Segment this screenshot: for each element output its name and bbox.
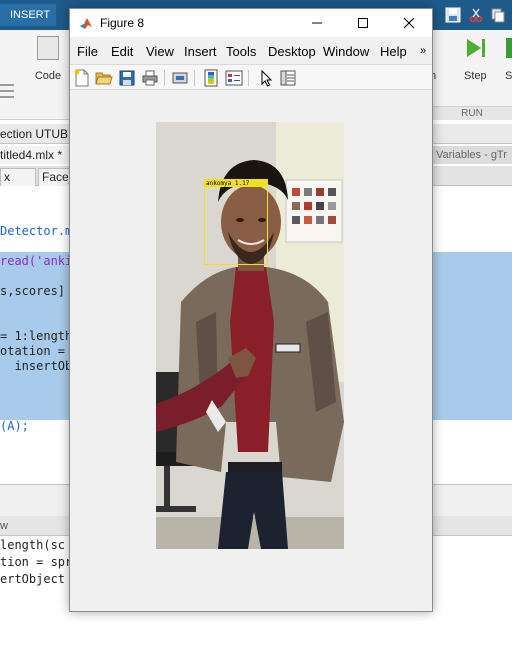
figure-canvas[interactable]: ankomya 1.17 — [70, 91, 432, 611]
property-inspector-icon[interactable] — [279, 69, 297, 87]
menu-desktop[interactable]: Desktop — [268, 44, 316, 59]
step-button-label[interactable]: Step — [464, 70, 487, 82]
minimize-icon — [312, 22, 322, 24]
list-icon — [0, 80, 14, 104]
detection-result-image: ankomya 1.17 — [156, 122, 344, 549]
matlab-logo-icon — [79, 16, 93, 30]
command-line: length(sc — [0, 538, 66, 552]
toolbar-separator — [164, 70, 165, 86]
live-script-tab[interactable]: titled4.mlx * — [0, 146, 70, 164]
figure-title: Figure 8 — [100, 16, 145, 30]
figure-window[interactable]: Figure 8 File Edit View Insert Tools Des… — [69, 8, 433, 612]
menu-window[interactable]: Window — [323, 44, 369, 59]
file-tab[interactable]: x — [0, 168, 36, 186]
face-bounding-box: ankomya 1.17 — [204, 179, 268, 265]
code-icon — [37, 36, 59, 60]
code-line: read('ankin — [0, 254, 80, 268]
toolbar-separator — [248, 70, 249, 86]
open-file-icon[interactable] — [95, 69, 113, 87]
save-icon[interactable] — [445, 7, 461, 23]
insert-colorbar-icon[interactable] — [202, 69, 220, 87]
link-plot-icon[interactable] — [171, 69, 189, 87]
maximize-icon — [358, 18, 368, 28]
menu-insert[interactable]: Insert — [184, 44, 217, 59]
code-line: = 1:length( — [0, 329, 80, 343]
print-icon[interactable] — [141, 69, 159, 87]
close-icon — [403, 17, 415, 29]
save-icon[interactable] — [118, 69, 136, 87]
minimize-button[interactable] — [294, 9, 340, 37]
tab-insert[interactable]: INSERT — [0, 4, 56, 26]
copy-icon[interactable] — [490, 7, 506, 23]
code-line: s,scores] = — [0, 284, 80, 298]
menu-tools[interactable]: Tools — [226, 44, 256, 59]
detection-label: ankomya 1.17 — [205, 180, 268, 187]
maximize-button[interactable] — [340, 9, 386, 37]
menu-edit[interactable]: Edit — [111, 44, 133, 59]
step-icon[interactable] — [464, 36, 488, 60]
code-line: (A); — [0, 419, 29, 433]
variables-panel-header: Variables - gTr — [432, 146, 512, 164]
insert-legend-icon[interactable] — [225, 69, 243, 87]
cut-icon[interactable] — [468, 7, 484, 23]
code-button[interactable]: Code — [30, 36, 66, 96]
code-line: otation = s — [0, 344, 80, 358]
s-button-label[interactable]: S — [505, 70, 512, 82]
code-line: Detector.ma — [0, 224, 80, 238]
menu-overflow-button[interactable]: » — [420, 45, 426, 57]
edit-plot-icon[interactable] — [257, 69, 275, 87]
command-line: tion = spri — [0, 555, 80, 569]
stop-icon[interactable] — [506, 38, 512, 58]
run-group-label: RUN — [432, 106, 512, 120]
menu-help[interactable]: Help — [380, 44, 407, 59]
toolbar-separator — [194, 70, 195, 86]
menu-file[interactable]: File — [77, 44, 98, 59]
figure-title-bar[interactable]: Figure 8 — [70, 9, 432, 37]
figure-toolbar — [70, 64, 432, 90]
new-figure-icon[interactable] — [73, 69, 91, 87]
desktop: INSERT Code n Step S RUN ection UTUBE ti… — [0, 0, 512, 652]
close-button[interactable] — [386, 9, 432, 37]
menu-view[interactable]: View — [146, 44, 174, 59]
